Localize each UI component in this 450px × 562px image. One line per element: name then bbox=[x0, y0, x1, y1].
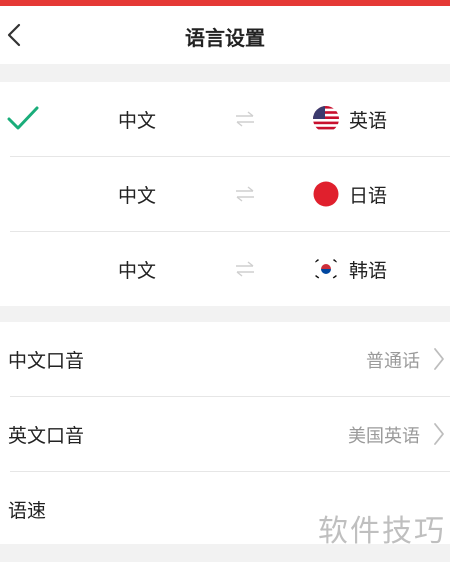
target-language-label: 日语 bbox=[349, 185, 388, 207]
language-pair-list: 中文 英语 中文 日语 中文 韩语 bbox=[0, 82, 450, 306]
swap-arrows-icon bbox=[236, 186, 254, 202]
us-flag-icon bbox=[313, 106, 339, 132]
setting-label: 英文口音 bbox=[8, 425, 85, 447]
watermark-text: 软件技巧 bbox=[318, 514, 446, 549]
korea-flag-icon bbox=[313, 256, 339, 282]
check-icon bbox=[7, 106, 39, 130]
setting-label: 中文口音 bbox=[8, 350, 85, 372]
setting-label: 语速 bbox=[8, 500, 47, 522]
source-language-label: 中文 bbox=[118, 110, 157, 132]
setting-value: 美国英语 bbox=[348, 426, 420, 447]
language-pair-english[interactable]: 中文 英语 bbox=[0, 82, 450, 156]
source-language-label: 中文 bbox=[118, 260, 157, 282]
header-bar: 语言设置 bbox=[0, 6, 450, 64]
swap-arrows-icon bbox=[236, 111, 254, 127]
source-language-label: 中文 bbox=[118, 185, 157, 207]
target-language-label: 英语 bbox=[349, 110, 388, 132]
english-accent-setting[interactable]: 英文口音 美国英语 bbox=[0, 397, 450, 471]
language-pair-korean[interactable]: 中文 韩语 bbox=[0, 232, 450, 306]
chevron-right-icon bbox=[434, 423, 444, 445]
language-pair-japanese[interactable]: 中文 日语 bbox=[0, 157, 450, 231]
chevron-right-icon bbox=[434, 348, 444, 370]
page-title: 语言设置 bbox=[185, 26, 265, 50]
setting-value: 普通话 bbox=[366, 351, 420, 372]
target-language-label: 韩语 bbox=[349, 260, 388, 282]
chinese-accent-setting[interactable]: 中文口音 普通话 bbox=[0, 322, 450, 396]
japan-flag-icon bbox=[313, 181, 339, 207]
swap-arrows-icon bbox=[236, 261, 254, 277]
